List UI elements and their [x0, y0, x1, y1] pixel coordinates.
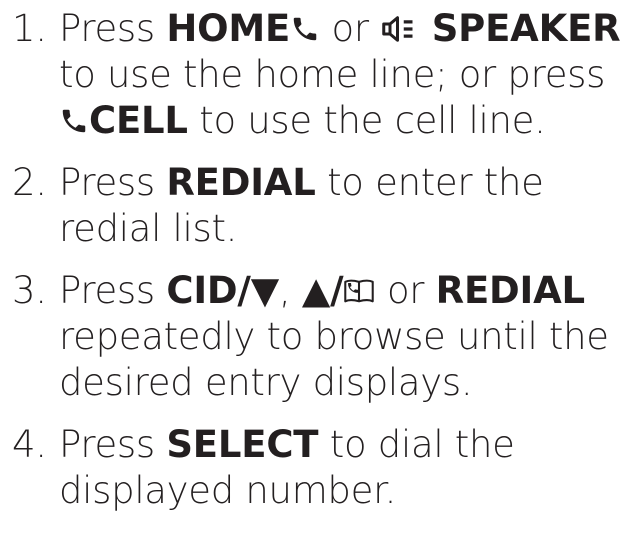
step-line: Press SELECT to dial the: [59, 422, 640, 468]
step-number: 3.: [12, 269, 47, 312]
up-key-label: ▲/: [301, 269, 344, 312]
step-line: Press CID/▼, ▲/ or REDIAL: [59, 268, 640, 314]
step-number: 4.: [12, 423, 47, 466]
step-line: Press HOME or SPEAKER: [59, 6, 640, 52]
speaker-key-label: SPEAKER: [431, 7, 621, 50]
step-line: Press REDIAL to enter the: [59, 160, 640, 206]
step-text: to dial the: [329, 423, 515, 466]
select-key-label: SELECT: [166, 423, 319, 466]
step-line: CELL to use the cell line.: [59, 98, 640, 144]
step-3: 3. Press CID/▼, ▲/ or REDIAL repeatedly …: [12, 268, 640, 406]
or-text: or: [331, 7, 370, 50]
press-text: Press: [59, 423, 155, 466]
redial-key-label: REDIAL: [166, 161, 316, 204]
step-line: desired entry displays.: [59, 361, 473, 404]
step-text: to enter the: [327, 161, 544, 204]
press-text: Press: [59, 7, 155, 50]
instruction-list: 1. Press HOME or SPEAKER to use the home…: [12, 6, 640, 514]
step-line: redial list.: [59, 207, 238, 250]
or-text: or: [386, 269, 425, 312]
step-number: 1.: [12, 7, 47, 50]
step-1: 1. Press HOME or SPEAKER to use the home…: [12, 6, 640, 144]
phone-handset-icon: [59, 106, 89, 136]
step-line: repeatedly to browse until the: [59, 315, 609, 358]
step-text: to use the cell line.: [199, 99, 546, 142]
step-number: 2.: [12, 161, 47, 204]
step-2: 2. Press REDIAL to enter the redial list…: [12, 160, 640, 252]
step-4: 4. Press SELECT to dial the displayed nu…: [12, 422, 640, 514]
comma-text: ,: [278, 269, 291, 312]
press-text: Press: [59, 269, 155, 312]
phonebook-icon: [343, 276, 375, 306]
step-line: to use the home line; or press: [59, 53, 606, 96]
speaker-icon: [380, 14, 420, 44]
cell-key-label: CELL: [89, 99, 188, 142]
press-text: Press: [59, 161, 155, 204]
step-line: displayed number.: [59, 469, 397, 512]
home-key-label: HOME: [166, 7, 291, 50]
phone-handset-icon: [290, 14, 320, 44]
cid-down-key-label: CID/▼: [166, 269, 279, 312]
redial-key-label: REDIAL: [435, 269, 585, 312]
